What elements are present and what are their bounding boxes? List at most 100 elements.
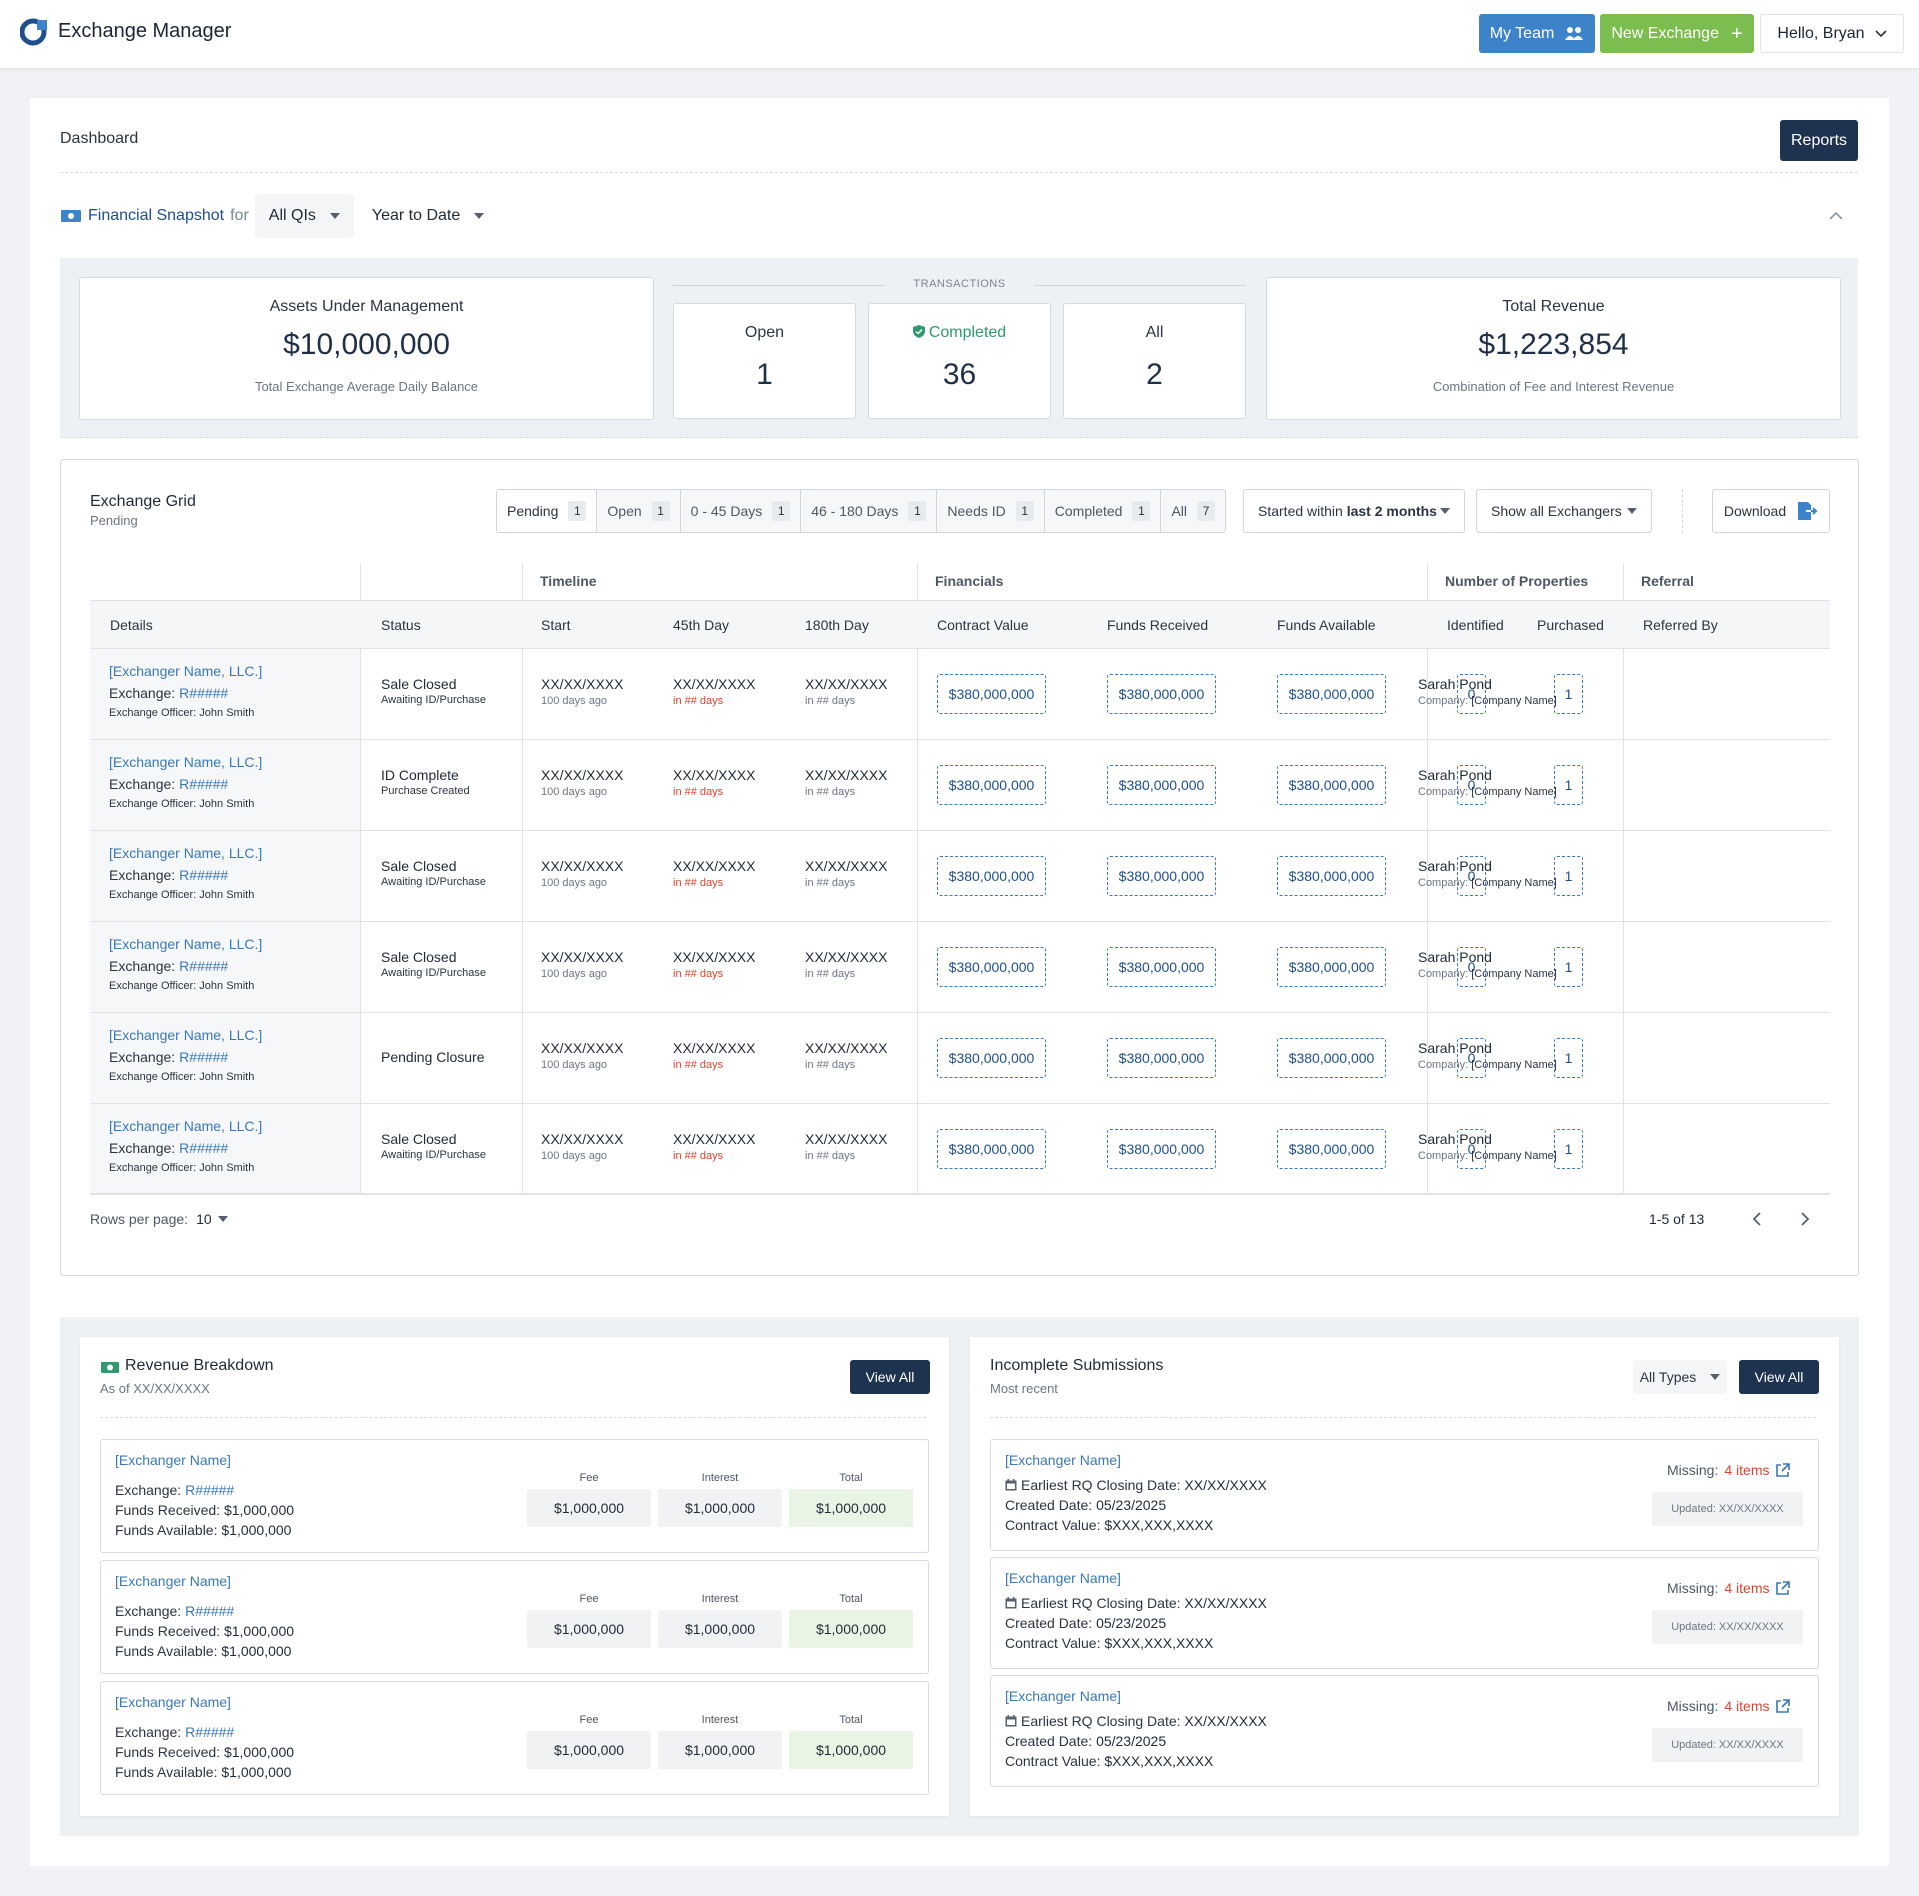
col-identified[interactable]: Identified [1447,601,1504,649]
exchange-id-link[interactable]: R##### [185,1724,234,1740]
officer-label: Exchange Officer: [109,1071,197,1083]
external-link-icon[interactable] [1775,1698,1791,1714]
types-select[interactable]: All Types [1633,1360,1727,1394]
user-menu-button[interactable]: Hello, Bryan [1760,14,1904,53]
col-details[interactable]: Details [110,601,153,649]
purchased-count-button[interactable]: 1 [1554,765,1583,805]
contract-value-button[interactable]: $380,000,000 [937,765,1046,805]
table-row[interactable]: [Exchanger Name, LLC.] Exchange: R##### Exc… [90,648,1830,740]
funds-received-button[interactable]: $380,000,000 [1107,1038,1216,1078]
exchange-id-link[interactable]: R##### [179,776,228,792]
col-status[interactable]: Status [381,601,421,649]
funds-available-button[interactable]: $380,000,000 [1277,856,1386,896]
details-cell: [Exchanger Name, LLC.] Exchange: R##### Exc… [90,922,360,1013]
exchanger-name-link[interactable]: [Exchanger Name, LLC.] [109,663,262,679]
funds-available-button[interactable]: $380,000,000 [1277,674,1386,714]
table-row[interactable]: [Exchanger Name, LLC.] Exchange: R##### Exc… [90,1012,1830,1104]
started-within-select[interactable]: Started within last 2 months [1243,489,1465,533]
exchanger-name-link[interactable]: [Exchanger Name, LLC.] [109,1118,262,1134]
purchased-count-button[interactable]: 1 [1554,674,1583,714]
purchased-count-button[interactable]: 1 [1554,1038,1583,1078]
table-row[interactable]: [Exchanger Name, LLC.] Exchange: R##### Exc… [90,921,1830,1013]
purchased-count-button[interactable]: 1 [1554,1129,1583,1169]
closing-date-value: XX/XX/XXXX [1184,1477,1267,1493]
qi-select[interactable]: All QIs [254,194,354,238]
funds-available-button[interactable]: $380,000,000 [1277,1129,1386,1169]
period-select[interactable]: Year to Date [362,194,494,238]
reports-button[interactable]: Reports [1780,120,1858,161]
exchanger-name-link[interactable]: [Exchanger Name] [1005,1570,1121,1586]
external-link-icon[interactable] [1775,1580,1791,1596]
exchangers-select[interactable]: Show all Exchangers [1476,489,1652,533]
exchanger-name-link[interactable]: [Exchanger Name, LLC.] [109,1027,262,1043]
incomplete-view-all-button[interactable]: View All [1739,1360,1819,1394]
chevron-right-icon[interactable] [1796,1211,1812,1227]
contract-value-button[interactable]: $380,000,000 [937,947,1046,987]
col-purchased[interactable]: Purchased [1537,601,1604,649]
table-row[interactable]: [Exchanger Name, LLC.] Exchange: R##### Exc… [90,1103,1830,1195]
col-180th-day[interactable]: 180th Day [805,601,869,649]
contract-value-button[interactable]: $380,000,000 [937,1129,1046,1169]
day180-date: XX/XX/XXXX [805,858,888,874]
col-funds-received[interactable]: Funds Received [1107,601,1208,649]
funds-received-button[interactable]: $380,000,000 [1107,765,1216,805]
col-referred-by[interactable]: Referred By [1643,601,1718,649]
funds-received-button[interactable]: $380,000,000 [1107,1129,1216,1169]
exchange-id-link[interactable]: R##### [179,685,228,701]
funds-available-button[interactable]: $380,000,000 [1277,1038,1386,1078]
funds-received-button[interactable]: $380,000,000 [1107,856,1216,896]
funds-received-button[interactable]: $380,000,000 [1107,947,1216,987]
rows-per-page-select[interactable]: 10 [196,1211,228,1227]
my-team-button[interactable]: My Team [1479,14,1595,53]
chevron-left-icon[interactable] [1750,1211,1766,1227]
exchange-id-link[interactable]: R##### [179,867,228,883]
exchange-id-link[interactable]: R##### [179,1049,228,1065]
external-link-icon[interactable] [1775,1462,1791,1478]
tab-46-180-days[interactable]: 46 - 180 Days 1 [801,490,938,532]
exchanger-name-link[interactable]: [Exchanger Name] [115,1694,231,1710]
exchange-id-link[interactable]: R##### [179,958,228,974]
contract-value-button[interactable]: $380,000,000 [937,674,1046,714]
chevron-up-icon[interactable] [1828,208,1844,224]
tab-completed[interactable]: Completed 1 [1045,490,1162,532]
start-date-ago: 100 days ago [541,695,608,707]
exchanger-name-link[interactable]: [Exchanger Name, LLC.] [109,936,262,952]
exchanger-name-link[interactable]: [Exchanger Name] [115,1452,231,1468]
exchange-id-link[interactable]: R##### [185,1603,234,1619]
tx-completed-card[interactable]: Completed 36 [868,303,1051,419]
purchased-count-button[interactable]: 1 [1554,856,1583,896]
tab-open[interactable]: Open 1 [597,490,681,532]
tx-open-card[interactable]: Open 1 [673,303,856,419]
exchanger-name-link[interactable]: [Exchanger Name] [1005,1452,1121,1468]
new-exchange-button[interactable]: New Exchange + [1600,14,1754,53]
table-row[interactable]: [Exchanger Name, LLC.] Exchange: R##### Exc… [90,830,1830,922]
exchanger-name-link[interactable]: [Exchanger Name] [1005,1688,1121,1704]
revenue-view-all-button[interactable]: View All [850,1360,930,1394]
tab-label: Open [607,503,642,519]
contract-value-button[interactable]: $380,000,000 [937,856,1046,896]
tab-pending[interactable]: Pending 1 [497,490,598,532]
col-contract-value[interactable]: Contract Value [937,601,1029,649]
col-funds-available[interactable]: Funds Available [1277,601,1376,649]
contract-value-button[interactable]: $380,000,000 [937,1038,1046,1078]
funds-available-button[interactable]: $380,000,000 [1277,765,1386,805]
tab-needs-id[interactable]: Needs ID 1 [937,490,1045,532]
tx-all-card[interactable]: All 2 [1063,303,1246,419]
exchange-id-link[interactable]: R##### [179,1140,228,1156]
col-45th-day[interactable]: 45th Day [673,601,729,649]
col-start[interactable]: Start [541,601,571,649]
shield-check-icon [912,325,925,338]
exchanger-name-link[interactable]: [Exchanger Name, LLC.] [109,845,262,861]
funds-available-button[interactable]: $380,000,000 [1277,947,1386,987]
funds-received-button[interactable]: $380,000,000 [1107,674,1216,714]
tab-all[interactable]: All 7 [1161,490,1225,532]
exchanger-name-link[interactable]: [Exchanger Name] [115,1573,231,1589]
exchanger-name-link[interactable]: [Exchanger Name, LLC.] [109,754,262,770]
tab-0-45-days[interactable]: 0 - 45 Days 1 [681,490,802,532]
table-row[interactable]: [Exchanger Name, LLC.] Exchange: R##### Exc… [90,739,1830,831]
download-button[interactable]: Download [1712,489,1830,533]
purchased-count-button[interactable]: 1 [1554,947,1583,987]
exchange-id-link[interactable]: R##### [185,1482,234,1498]
day45-date: XX/XX/XXXX [673,858,756,874]
status-text: Sale Closed [381,1131,457,1147]
